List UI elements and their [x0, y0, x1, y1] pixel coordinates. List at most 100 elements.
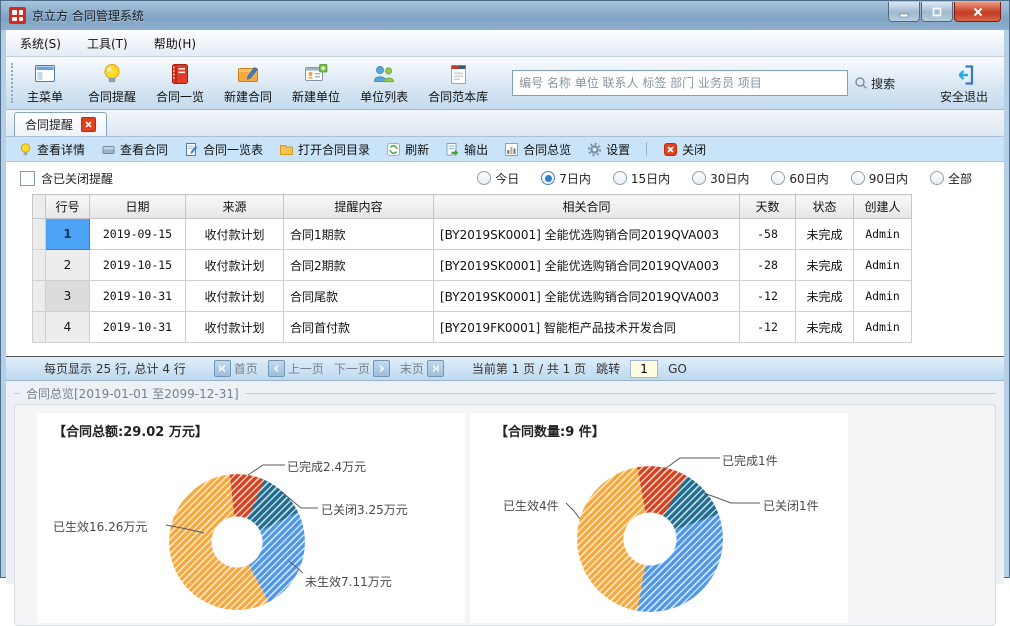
safe-exit-button[interactable]: 安全退出 — [940, 62, 994, 105]
close-tab-button[interactable]: 关闭 — [663, 141, 706, 158]
radio-today[interactable]: 今日 — [477, 170, 519, 187]
radio-dot — [851, 171, 865, 185]
close-button[interactable] — [954, 2, 1001, 22]
new-contract-label: 新建合同 — [224, 88, 272, 105]
cell-source[interactable]: 收付款计划 — [186, 219, 284, 250]
radio-dot — [930, 171, 944, 185]
col-rowno[interactable]: 行号 — [46, 195, 90, 219]
cell-rowno[interactable]: 3 — [46, 281, 90, 312]
cell-contract[interactable]: [BY2019SK0001] 全能优选购销合同2019QVA003 — [434, 250, 740, 281]
cell-status[interactable]: 未完成 — [796, 281, 854, 312]
search-label: 搜索 — [871, 75, 895, 92]
export-label: 输出 — [464, 141, 488, 158]
cell-status[interactable]: 未完成 — [796, 312, 854, 343]
cell-rowno[interactable]: 2 — [46, 250, 90, 281]
contract-list-button[interactable]: 合同一览 — [156, 61, 204, 105]
cell-creator[interactable]: Admin — [854, 281, 912, 312]
cell-rowno[interactable]: 1 — [46, 219, 90, 250]
contract-overview-button[interactable]: 合同总览 — [504, 141, 571, 158]
menu-tools[interactable]: 工具(T) — [87, 35, 128, 52]
col-source[interactable]: 来源 — [186, 195, 284, 219]
cell-creator[interactable]: Admin — [854, 312, 912, 343]
radio-90days[interactable]: 90日内 — [851, 170, 908, 187]
radio-30days[interactable]: 30日内 — [692, 170, 749, 187]
include-closed-checkbox[interactable] — [20, 171, 35, 186]
cell-days[interactable]: -58 — [740, 219, 796, 250]
client-area: 系统(S) 工具(T) 帮助(H) 主菜单 合同提醒 合同一览 新建合同 — [6, 30, 1004, 584]
table-row[interactable]: 4 2019-10-31 收付款计划 合同首付款 [BY2019FK0001] … — [33, 312, 912, 343]
settings-button[interactable]: 设置 — [587, 141, 630, 158]
cell-source[interactable]: 收付款计划 — [186, 312, 284, 343]
menu-system[interactable]: 系统(S) — [20, 35, 61, 52]
cell-date[interactable]: 2019-10-15 — [90, 250, 186, 281]
cell-days[interactable]: -12 — [740, 281, 796, 312]
table-row[interactable]: 2 2019-10-15 收付款计划 合同2期款 [BY2019SK0001] … — [33, 250, 912, 281]
main-menu-button[interactable]: 主菜单 — [22, 61, 68, 105]
cell-days[interactable]: -28 — [740, 250, 796, 281]
cell-contract[interactable]: [BY2019SK0001] 全能优选购销合同2019QVA003 — [434, 281, 740, 312]
radio-7days[interactable]: 7日内 — [541, 170, 591, 187]
col-date[interactable]: 日期 — [90, 195, 186, 219]
cell-creator[interactable]: Admin — [854, 250, 912, 281]
search-button[interactable]: 搜索 — [854, 75, 895, 92]
contract-table-button[interactable]: 合同一览表 — [184, 141, 263, 158]
cell-days[interactable]: -12 — [740, 312, 796, 343]
last-page-button[interactable]: 末页 — [400, 360, 444, 377]
new-unit-button[interactable]: 新建单位 — [292, 61, 340, 105]
cell-source[interactable]: 收付款计划 — [186, 281, 284, 312]
settings-label: 设置 — [606, 141, 630, 158]
col-content[interactable]: 提醒内容 — [284, 195, 434, 219]
search-input[interactable] — [512, 70, 848, 96]
view-contract-button[interactable]: 查看合同 — [101, 141, 168, 158]
new-contract-button[interactable]: 新建合同 — [224, 61, 272, 105]
view-details-button[interactable]: 查看详情 — [18, 141, 85, 158]
export-button[interactable]: 输出 — [445, 141, 488, 158]
cell-date[interactable]: 2019-10-31 — [90, 312, 186, 343]
prev-page-button[interactable]: 上一页 — [268, 360, 324, 377]
refresh-label: 刷新 — [405, 141, 429, 158]
table-row[interactable]: 1 2019-09-15 收付款计划 合同1期款 [BY2019SK0001] … — [33, 219, 912, 250]
cell-creator[interactable]: Admin — [854, 219, 912, 250]
cell-content[interactable]: 合同首付款 — [284, 312, 434, 343]
main-toolbar: 主菜单 合同提醒 合同一览 新建合同 新建单位 单位列表 — [6, 57, 1004, 110]
close-icon — [970, 4, 986, 20]
cell-contract[interactable]: [BY2019FK0001] 智能柜产品技术开发合同 — [434, 312, 740, 343]
maximize-button[interactable] — [921, 2, 953, 22]
new-unit-label: 新建单位 — [292, 88, 340, 105]
cell-content[interactable]: 合同尾款 — [284, 281, 434, 312]
toolbar-divider — [646, 142, 647, 156]
label-inactive-amount: 未生效7.11万元 — [305, 573, 392, 590]
unit-list-button[interactable]: 单位列表 — [360, 61, 408, 105]
cell-date[interactable]: 2019-10-31 — [90, 281, 186, 312]
cell-status[interactable]: 未完成 — [796, 250, 854, 281]
go-button[interactable]: GO — [668, 362, 687, 376]
tab-contract-reminder[interactable]: 合同提醒 — [14, 112, 107, 136]
cell-content[interactable]: 合同1期款 — [284, 219, 434, 250]
contract-reminder-label: 合同提醒 — [88, 88, 136, 105]
radio-all[interactable]: 全部 — [930, 170, 972, 187]
col-contract[interactable]: 相关合同 — [434, 195, 740, 219]
minimize-button[interactable] — [888, 2, 920, 22]
cell-content[interactable]: 合同2期款 — [284, 250, 434, 281]
cell-date[interactable]: 2019-09-15 — [90, 219, 186, 250]
col-days[interactable]: 天数 — [740, 195, 796, 219]
first-page-button[interactable]: 首页 — [214, 360, 258, 377]
cell-status[interactable]: 未完成 — [796, 219, 854, 250]
jump-page-input[interactable] — [630, 360, 658, 378]
contract-reminder-button[interactable]: 合同提醒 — [88, 61, 136, 105]
table-row[interactable]: 3 2019-10-31 收付款计划 合同尾款 [BY2019SK0001] 全… — [33, 281, 912, 312]
cell-rowno[interactable]: 4 — [46, 312, 90, 343]
radio-60days[interactable]: 60日内 — [771, 170, 828, 187]
refresh-button[interactable]: 刷新 — [386, 141, 429, 158]
open-contract-folder-button[interactable]: 打开合同目录 — [279, 141, 370, 158]
prev-page-icon — [268, 360, 285, 377]
radio-15days[interactable]: 15日内 — [613, 170, 670, 187]
cell-source[interactable]: 收付款计划 — [186, 250, 284, 281]
next-page-button[interactable]: 下一页 — [334, 360, 390, 377]
contract-template-button[interactable]: 合同范本库 — [428, 61, 488, 105]
col-status[interactable]: 状态 — [796, 195, 854, 219]
menu-help[interactable]: 帮助(H) — [154, 35, 196, 52]
col-creator[interactable]: 创建人 — [854, 195, 912, 219]
cell-contract[interactable]: [BY2019SK0001] 全能优选购销合同2019QVA003 — [434, 219, 740, 250]
tab-close-button[interactable] — [81, 117, 96, 132]
